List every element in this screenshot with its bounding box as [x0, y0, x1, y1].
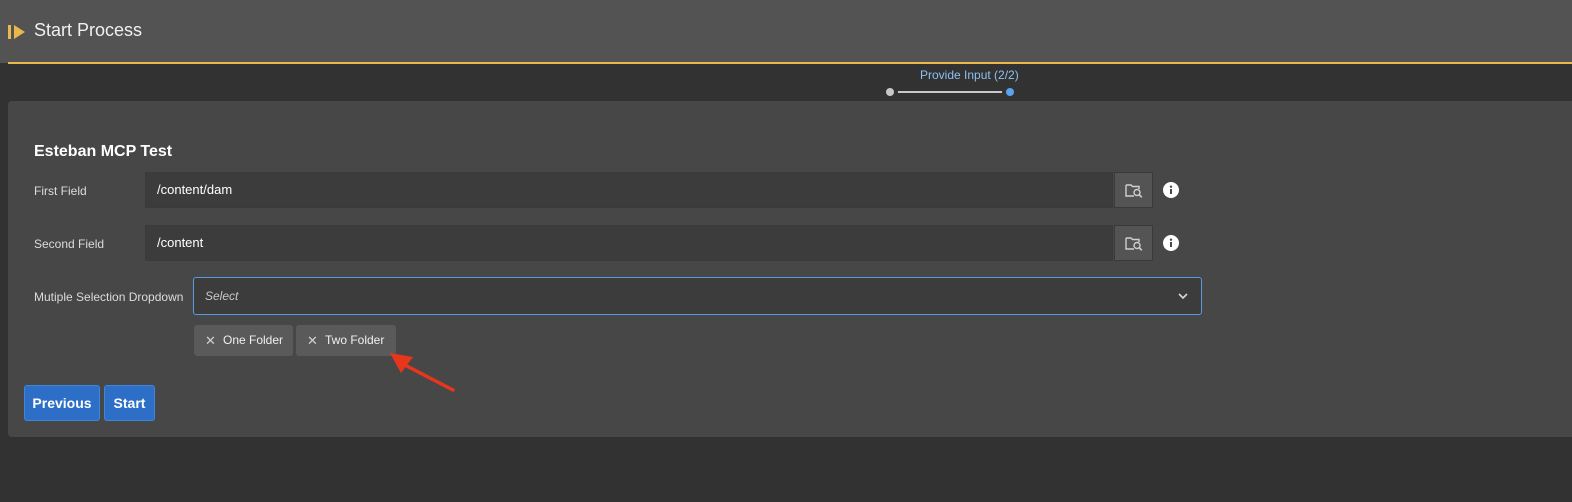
previous-button[interactable]: Previous: [24, 385, 100, 421]
title-bar: Start Process: [0, 0, 1572, 64]
red-arrow-annotation-icon: [390, 353, 455, 392]
start-button[interactable]: Start: [104, 385, 155, 421]
wizard-stepper: [885, 88, 1020, 98]
second-field-label: Second Field: [34, 237, 105, 251]
folder-search-icon: [1124, 184, 1142, 198]
form-title: Esteban MCP Test: [34, 143, 173, 160]
start-process-icon: [8, 25, 25, 39]
first-field-browse-button[interactable]: [1114, 172, 1153, 208]
first-field-label: First Field: [34, 184, 87, 198]
step-connector: [898, 91, 1002, 93]
chevron-down-icon: [1178, 293, 1188, 300]
page-title: Start Process: [34, 20, 143, 40]
dropdown-placeholder: Select: [205, 289, 239, 303]
step-1-dot[interactable]: [886, 88, 894, 96]
multiple-selection-dropdown[interactable]: Select: [193, 277, 1202, 315]
tag-label: One Folder: [223, 333, 284, 347]
folder-search-icon: [1124, 237, 1142, 251]
remove-tag-icon[interactable]: ✕: [307, 325, 318, 356]
second-field-browse-button[interactable]: [1114, 225, 1153, 261]
tag-label: Two Folder: [325, 333, 385, 347]
second-field-info-icon[interactable]: [1163, 235, 1179, 251]
selected-tag: ✕ Two Folder: [296, 325, 396, 356]
first-field-info-icon[interactable]: [1163, 182, 1179, 198]
title-underline: [8, 62, 1572, 64]
dropdown-label: Mutiple Selection Dropdown: [34, 290, 184, 304]
form-panel: [8, 101, 1572, 437]
stepper-label: Provide Input (2/2): [920, 68, 1019, 82]
remove-tag-icon[interactable]: ✕: [205, 325, 216, 356]
selected-tag: ✕ One Folder: [194, 325, 293, 356]
step-2-dot: [1006, 88, 1014, 96]
first-field-input[interactable]: /content/dam: [145, 172, 1113, 208]
second-field-input[interactable]: /content: [145, 225, 1113, 261]
